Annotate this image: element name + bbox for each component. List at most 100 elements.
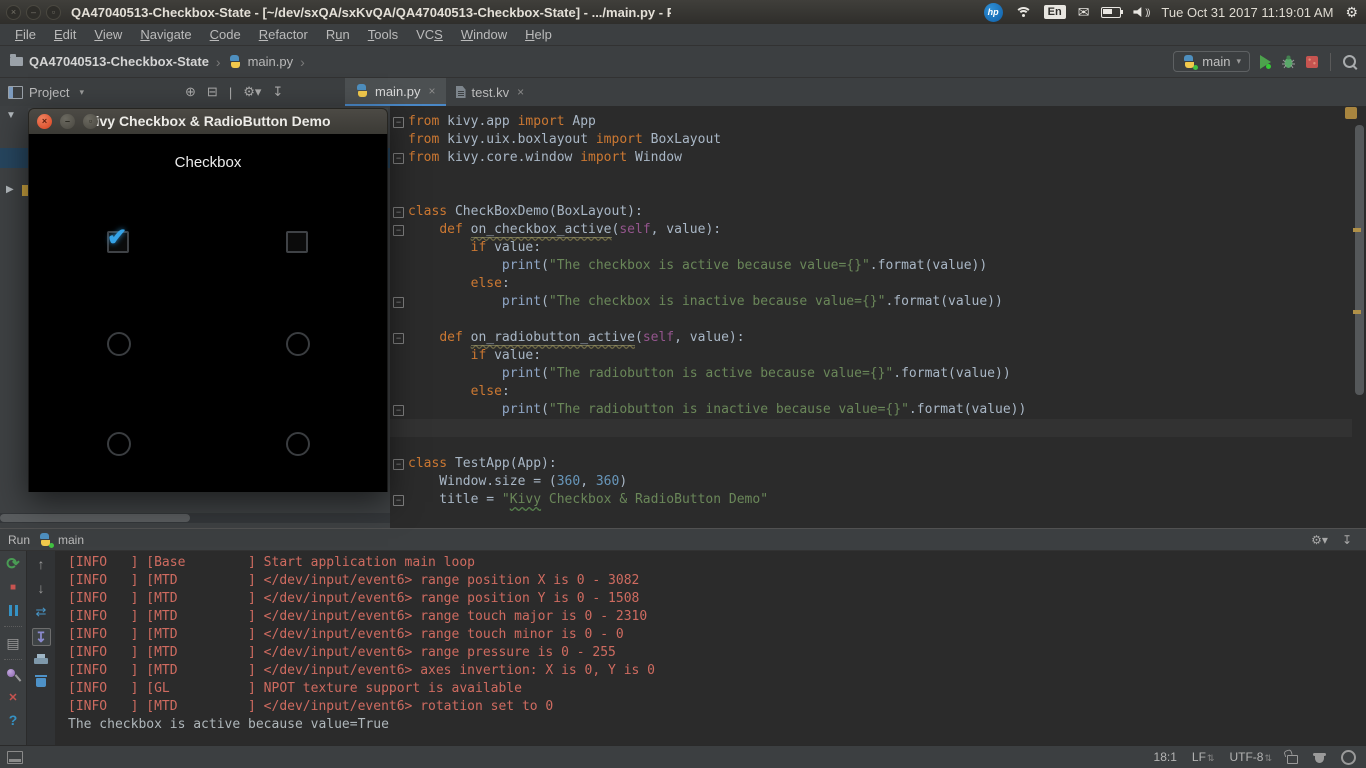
run-panel-header[interactable]: Run main ⚙▾ ↧: [0, 528, 1366, 551]
toolwindow-toggle-icon[interactable]: [7, 750, 23, 764]
fold-marker-icon[interactable]: −: [393, 153, 404, 164]
tab-close-icon[interactable]: ×: [517, 85, 524, 99]
volume-icon[interactable]: )): [1133, 7, 1150, 18]
menu-navigate[interactable]: Navigate: [131, 25, 200, 44]
project-horizontal-scrollbar[interactable]: [0, 513, 390, 523]
run-configuration-select[interactable]: main ▾: [1173, 51, 1250, 72]
fold-marker-icon[interactable]: −: [393, 225, 404, 236]
encoding-indicator[interactable]: UTF-8⇅: [1229, 750, 1272, 764]
clear-console-icon[interactable]: [35, 674, 47, 687]
hide-panel-icon[interactable]: ↧: [272, 84, 283, 100]
help-icon[interactable]: ?: [4, 712, 22, 728]
wifi-icon[interactable]: [1014, 6, 1032, 19]
run-settings-gear-icon[interactable]: ⚙▾: [1311, 533, 1328, 547]
inspection-profile-icon[interactable]: [1313, 751, 1326, 764]
show-processes-icon[interactable]: ▤: [4, 635, 22, 651]
print-icon[interactable]: [34, 654, 48, 666]
kivy-radio-button[interactable]: [286, 432, 310, 456]
warning-stripe-mark[interactable]: [1353, 310, 1361, 314]
kivy-radio-button[interactable]: [286, 332, 310, 356]
kivy-checkbox-unchecked[interactable]: [286, 231, 308, 253]
breadcrumb-project[interactable]: QA47040513-Checkbox-State: [29, 54, 209, 69]
event-log-icon[interactable]: [1341, 749, 1356, 765]
editor-vertical-scrollbar[interactable]: [1355, 125, 1364, 395]
kivy-radio-button[interactable]: [107, 432, 131, 456]
keyboard-layout-indicator[interactable]: En: [1043, 5, 1066, 19]
hp-logo-icon[interactable]: hp: [983, 2, 1003, 22]
fold-marker-icon[interactable]: −: [393, 207, 404, 218]
code-line: class TestApp(App):: [408, 456, 557, 471]
code-editor[interactable]: − − − − − − − − − from kivy.app import App from k…: [390, 106, 1366, 528]
stop-button[interactable]: [1306, 55, 1318, 68]
fold-marker-icon[interactable]: −: [393, 117, 404, 128]
run-config-label: main: [58, 532, 85, 547]
run-button[interactable]: [1260, 54, 1271, 69]
warning-stripe-mark[interactable]: [1353, 228, 1361, 232]
menu-refactor[interactable]: Refactor: [250, 25, 317, 44]
editor-code[interactable]: from kivy.app import App from kivy.uix.bo…: [408, 113, 1026, 509]
tab-test.kv[interactable]: test.kv ×: [446, 78, 535, 106]
window-maximize-icon[interactable]: ▫: [46, 4, 61, 20]
next-occurrence-icon[interactable]: ↓: [32, 580, 50, 596]
scroll-to-end-icon[interactable]: ↧: [31, 628, 51, 646]
menu-edit[interactable]: Edit: [45, 25, 85, 44]
mail-icon[interactable]: ✉: [1078, 4, 1090, 21]
kivy-maximize-button[interactable]: ▫: [83, 114, 98, 129]
chevron-down-icon[interactable]: ▾: [79, 87, 84, 98]
stop-icon[interactable]: ■: [4, 579, 22, 595]
rerun-icon[interactable]: ⟳: [4, 556, 22, 573]
menu-code[interactable]: Code: [201, 25, 250, 44]
divider: |: [228, 84, 233, 100]
menu-file[interactable]: File: [6, 25, 45, 44]
session-gear-icon[interactable]: ⚙: [1345, 4, 1358, 21]
window-controls[interactable]: × – ▫: [6, 4, 61, 20]
console-line: The checkbox is active because value=Tru…: [68, 717, 389, 732]
pin-icon[interactable]: [6, 668, 20, 682]
line-separator-indicator[interactable]: LF⇅: [1192, 750, 1215, 764]
fold-marker-icon[interactable]: −: [393, 405, 404, 416]
inspections-indicator[interactable]: [1345, 107, 1357, 119]
kivy-radio-button[interactable]: [107, 332, 131, 356]
clock[interactable]: Tue Oct 31 2017 11:19:01 AM: [1161, 5, 1333, 20]
readonly-lock-icon[interactable]: [1287, 755, 1298, 764]
menu-vcs[interactable]: VCS: [407, 25, 452, 44]
prev-occurrence-icon[interactable]: ↑: [32, 556, 50, 572]
locate-file-icon[interactable]: ⊕: [185, 84, 196, 100]
kivy-checkbox-checked[interactable]: ✔: [107, 224, 129, 253]
pause-icon[interactable]: [4, 602, 22, 618]
tab-label: main.py: [375, 83, 421, 99]
kivy-close-button[interactable]: ×: [37, 114, 52, 129]
settings-gear-icon[interactable]: ⚙▾: [243, 84, 261, 100]
menu-run[interactable]: Run: [317, 25, 359, 44]
menu-window[interactable]: Window: [452, 25, 516, 44]
menu-help[interactable]: Help: [516, 25, 561, 44]
tree-collapsed-arrow-icon[interactable]: ▶: [6, 184, 14, 195]
tab-close-icon[interactable]: ×: [429, 84, 436, 98]
run-console[interactable]: [INFO ] [Base ] Start application main l…: [55, 551, 1366, 745]
menu-view[interactable]: View: [85, 25, 131, 44]
fold-marker-icon[interactable]: −: [393, 495, 404, 506]
editor-tab-bar: main.py × test.kv ×: [345, 78, 1366, 106]
search-everywhere-icon[interactable]: [1343, 55, 1356, 68]
fold-marker-icon[interactable]: −: [393, 297, 404, 308]
project-panel-header[interactable]: Project ▾ ⊕ ⊟ | ⚙▾ ↧: [0, 78, 345, 106]
window-close-icon[interactable]: ×: [6, 4, 21, 20]
kivy-minimize-button[interactable]: –: [60, 114, 75, 129]
fold-marker-icon[interactable]: −: [393, 459, 404, 470]
menu-tools[interactable]: Tools: [359, 25, 407, 44]
kivy-window-titlebar[interactable]: Kivy Checkbox & RadioButton Demo × – ▫: [28, 108, 388, 134]
collapse-all-icon[interactable]: ⊟: [207, 84, 218, 100]
fold-marker-icon[interactable]: −: [393, 333, 404, 344]
code-line: else:: [470, 276, 510, 291]
debug-button[interactable]: [1281, 54, 1296, 69]
soft-wrap-icon[interactable]: ⇄: [32, 604, 50, 620]
console-line: [INFO ] [MTD ] </dev/input/event6> axes …: [68, 663, 655, 678]
tree-expanded-arrow-icon[interactable]: ▼: [6, 110, 16, 121]
close-icon[interactable]: ✕: [4, 689, 22, 705]
window-minimize-icon[interactable]: –: [26, 4, 41, 20]
tab-main.py[interactable]: main.py ×: [345, 78, 446, 106]
caret-position[interactable]: 18:1: [1154, 750, 1177, 764]
battery-icon[interactable]: [1101, 6, 1124, 18]
hide-panel-icon[interactable]: ↧: [1342, 533, 1352, 547]
breadcrumb-file[interactable]: main.py: [248, 54, 294, 69]
